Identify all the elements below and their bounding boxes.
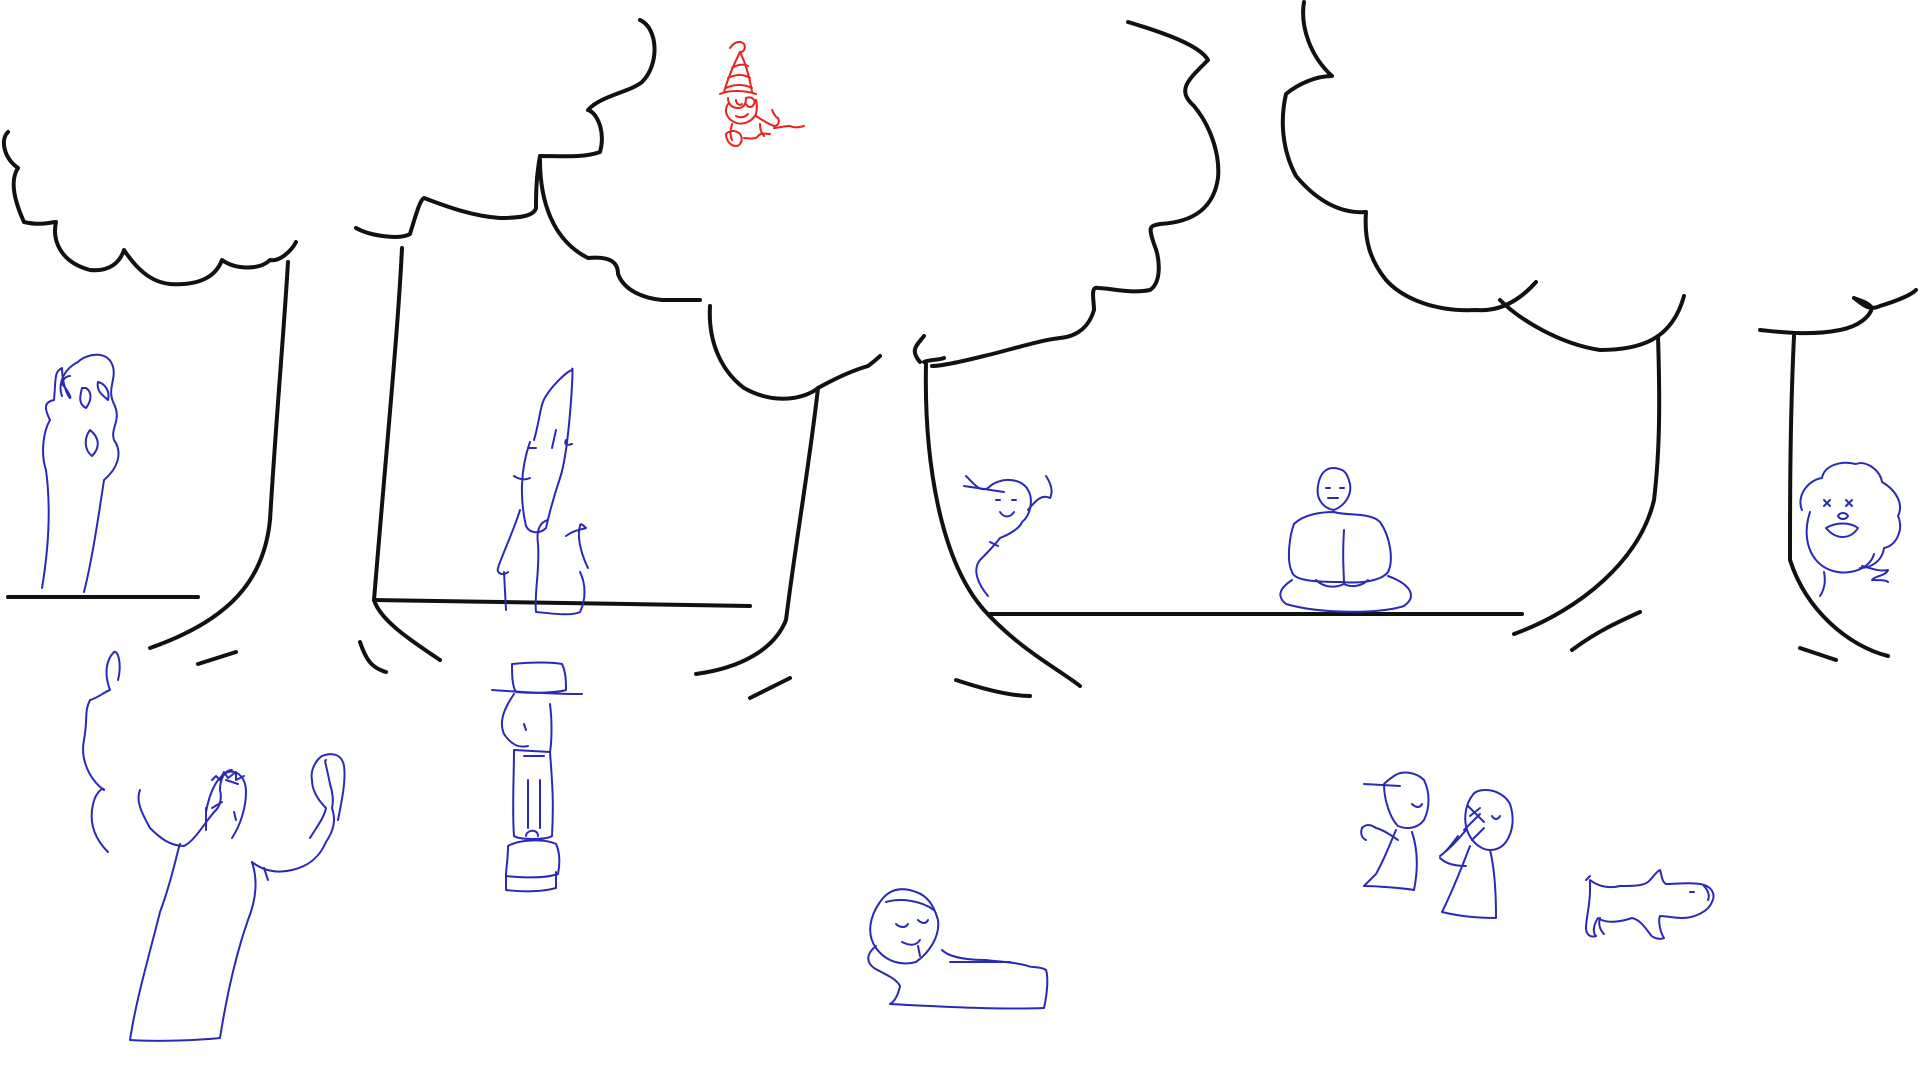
meditating-monk: [1279, 467, 1412, 613]
bodybuilder: [82, 650, 346, 1042]
tree-1: [1, 130, 298, 666]
man-in-hat-with-bag: [491, 661, 583, 893]
old-man-with-cane: [496, 367, 589, 616]
two-kids-pointing: [1360, 771, 1514, 919]
peeking-kid: [963, 475, 1053, 597]
sleeping-person: [867, 888, 1049, 1010]
figures: [41, 353, 1902, 1042]
ghost: [41, 353, 120, 593]
tree-4: [912, 20, 1221, 698]
trees: [1, 0, 1918, 700]
dog: [1585, 869, 1715, 940]
hidden-striped-hat-character: [719, 40, 805, 147]
tree-3: [538, 158, 946, 700]
doodle-scene-canvas: [1, 0, 1918, 1042]
ground-line-2: [372, 598, 752, 608]
tree-6: [1758, 288, 1918, 662]
clown: [1799, 461, 1902, 597]
